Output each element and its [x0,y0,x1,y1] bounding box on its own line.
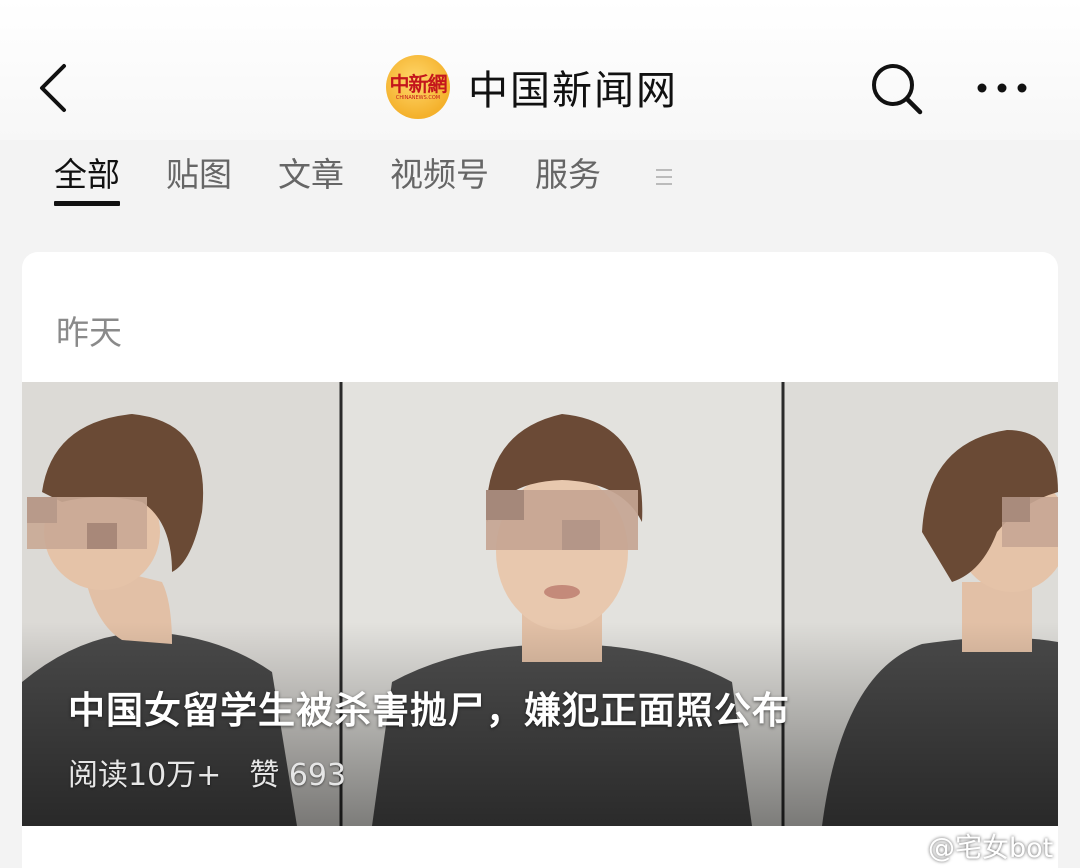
date-label: 昨天 [56,313,122,352]
weibo-icon [891,834,922,859]
tab-services[interactable]: 服务 [535,150,601,206]
watermark-text: @宅女bot [928,833,1054,864]
read-count: 阅读10万+ [68,758,222,793]
account-logo: 中新網 CHINANEWS.COM [386,55,450,119]
back-arrow-icon [40,64,66,112]
tab-images[interactable]: 贴图 [166,150,232,206]
back-button[interactable] [36,62,76,114]
account-header[interactable]: 中新網 CHINANEWS.COM 中国新闻网 [386,54,678,120]
tab-more-button[interactable] [654,166,674,188]
tab-bar: 全部 贴图 文章 视频号 服务 [54,150,647,210]
account-name: 中国新闻网 [468,68,678,114]
article-cover[interactable]: 中国女留学生被杀害抛尸，嫌犯正面照公布 阅读10万+ 赞 693 [22,382,1058,826]
tab-articles[interactable]: 文章 [278,150,344,206]
feed-card: 昨天 中国女留学生被杀害抛尸，嫌犯正面照公布 阅读10万+ 赞 693 [22,252,1058,868]
more-button[interactable] [974,76,1030,100]
article-stats: 阅读10万+ 赞 693 [68,750,374,794]
tab-more-icon [656,169,672,185]
search-icon [872,64,923,115]
watermark: @宅女bot [890,826,1053,865]
top-bar: 中新網 CHINANEWS.COM 中国新闻网 [0,0,1080,140]
article-title[interactable]: 中国女留学生被杀害抛尸，嫌犯正面照公布 [68,680,790,734]
tab-channels[interactable]: 视频号 [390,150,489,206]
like-count: 赞 693 [249,758,347,793]
tab-all[interactable]: 全部 [54,150,120,206]
search-button[interactable] [870,62,924,116]
more-icon [977,83,1027,93]
